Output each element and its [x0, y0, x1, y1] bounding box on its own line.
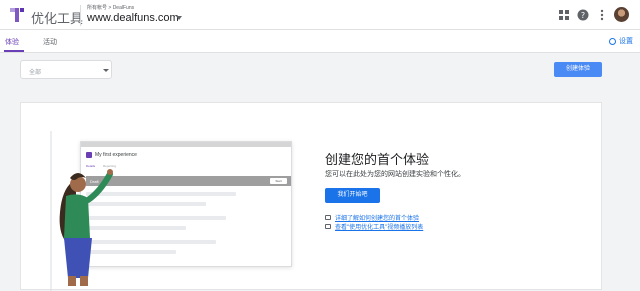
preview-logo-icon — [86, 152, 92, 158]
person-illustration — [59, 169, 113, 286]
preview-title: My first experience — [95, 152, 137, 158]
product-name: 优化工具 — [31, 11, 84, 26]
chevron-down-icon[interactable] — [176, 16, 182, 20]
empty-state-subtitle: 您可以在此处为您的网站创建实验和个性化。 — [325, 171, 465, 178]
preview-start-button: Start — [270, 178, 287, 184]
empty-state-title: 创建您的首个体验 — [325, 152, 430, 167]
account-breadcrumb[interactable]: 所有帐号 > DealFuns — [87, 4, 134, 11]
learn-more-label[interactable]: 详细了解如何创建您的首个体验 — [335, 213, 419, 222]
status-filter-dropdown[interactable]: 全部 — [20, 60, 112, 79]
video-playlist-label[interactable]: 查看"使用优化工具"视频播放列表 — [335, 222, 423, 231]
optimize-logo-icon[interactable] — [10, 8, 24, 22]
settings-button[interactable]: 设置 — [609, 36, 633, 46]
top-app-bar: 优化工具 所有帐号 > DealFuns www.dealfuns.com ? — [0, 0, 640, 30]
container-selector[interactable]: www.dealfuns.com — [87, 12, 179, 24]
graduation-cap-icon — [325, 215, 331, 220]
tab-activity[interactable]: 活动 — [43, 37, 57, 47]
apps-grid-icon[interactable] — [558, 9, 570, 21]
empty-state-card: My first experience Details Reporting Dr… — [20, 102, 602, 291]
get-started-button[interactable]: 我们开始吧 — [325, 188, 380, 203]
settings-label: 设置 — [619, 38, 633, 45]
avatar[interactable] — [614, 7, 629, 22]
tab-experiences[interactable]: 体验 — [5, 37, 19, 47]
more-vert-icon[interactable] — [596, 9, 608, 21]
active-tab-indicator — [4, 50, 24, 52]
divider — [80, 5, 81, 26]
empty-state-illustration: My first experience Details Reporting Dr… — [52, 134, 322, 291]
learn-more-link[interactable]: 详细了解如何创建您的首个体验 — [325, 213, 419, 222]
video-playlist-link[interactable]: 查看"使用优化工具"视频播放列表 — [325, 222, 423, 231]
create-experience-button[interactable]: 创建体验 — [554, 62, 602, 77]
chevron-down-icon — [103, 69, 109, 72]
help-icon[interactable]: ? — [577, 9, 589, 21]
tab-bar: 体验 活动 设置 — [0, 30, 640, 53]
video-icon — [325, 224, 331, 229]
svg-text:?: ? — [581, 11, 585, 20]
gear-icon — [609, 37, 616, 45]
filter-value: 全部 — [29, 70, 42, 76]
